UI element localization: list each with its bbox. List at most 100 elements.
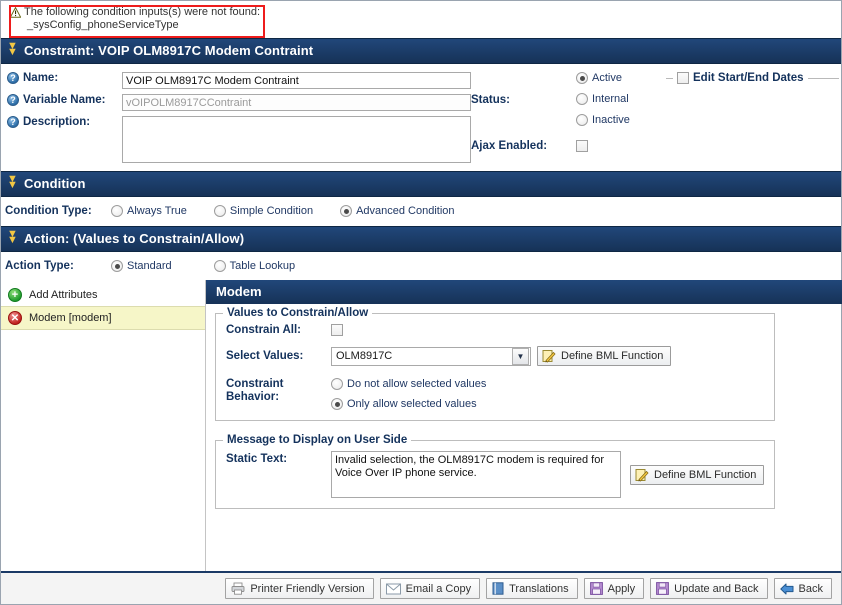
translations-button[interactable]: Translations (486, 578, 578, 599)
constraint-section-header[interactable]: ▼ ▼ Constraint: VOIP OLM8917C Modem Contr… (1, 38, 841, 64)
action-section-title: Action: (Values to Constrain/Allow) (24, 231, 245, 246)
radio-do-not-allow-icon[interactable] (331, 378, 343, 390)
action-option-standard-label: Standard (127, 260, 172, 272)
status-label: Status: (471, 93, 510, 106)
condition-option-always-true[interactable]: Always True (111, 205, 187, 217)
chevron-double-down-icon[interactable]: ▼ ▼ (7, 228, 18, 245)
radio-active-icon[interactable] (576, 72, 588, 84)
behavior-option-disallow[interactable]: Do not allow selected values (331, 378, 486, 390)
panel-title: Modem (206, 280, 842, 304)
pencil-note-icon (635, 468, 649, 482)
error-message-text: The following condition inputs(s) were n… (24, 6, 261, 18)
chevron-double-down-icon[interactable]: ▼ ▼ (7, 40, 18, 57)
back-button[interactable]: Back (773, 578, 832, 599)
add-attributes-label: Add Attributes (29, 289, 98, 301)
warning-triangle-icon (10, 7, 21, 18)
name-label: Name: (23, 72, 59, 84)
help-icon[interactable]: ? (7, 94, 19, 106)
edit-dates-checkbox[interactable] (677, 72, 689, 84)
radio-table-lookup-icon[interactable] (213, 260, 226, 272)
message-group: Message to Display on User Side Static T… (215, 434, 776, 509)
radio-advanced-condition-icon[interactable] (340, 205, 353, 217)
sidebar-item-modem[interactable]: ✕ Modem [modem] (1, 306, 205, 330)
edit-dates-label: Edit Start/End Dates (693, 72, 804, 84)
select-values-label: Select Values: (226, 350, 304, 362)
action-type-row: Action Type: Standard Table Lookup (1, 252, 841, 280)
error-detail-text: _sysConfig_phoneServiceType (27, 19, 179, 31)
condition-option-advanced-label: Advanced Condition (356, 205, 455, 217)
printer-icon (231, 582, 245, 595)
action-section-header[interactable]: ▼ ▼ Action: (Values to Constrain/Allow) (1, 226, 841, 252)
constrain-all-checkbox[interactable] (331, 324, 343, 336)
translations-label: Translations (509, 582, 569, 595)
plus-circle-icon[interactable]: + (8, 288, 22, 302)
select-values-dropdown[interactable]: OLM8917C ▼ (331, 346, 531, 366)
update-and-back-button[interactable]: Update and Back (650, 578, 768, 599)
status-option-inactive[interactable]: Inactive (576, 114, 630, 126)
footer-toolbar: Printer Friendly Version Email a Copy Tr… (1, 571, 841, 604)
constrain-all-row: Constrain All: (226, 324, 764, 336)
radio-simple-condition-icon[interactable] (213, 205, 226, 217)
error-message-line: The following condition inputs(s) were n… (10, 6, 833, 19)
behavior-option-disallow-label: Do not allow selected values (347, 378, 487, 390)
condition-option-advanced[interactable]: Advanced Condition (340, 205, 455, 217)
variable-name-field-row: ? Variable Name: (1, 94, 471, 116)
action-body: + Add Attributes ✕ Modem [modem] Modem V… (1, 280, 842, 571)
radio-only-allow-icon[interactable] (331, 398, 343, 410)
ajax-enabled-row: Ajax Enabled: (471, 140, 841, 152)
description-field-row: ? Description: (1, 116, 471, 163)
help-icon[interactable]: ? (7, 116, 19, 128)
attributes-sidebar: + Add Attributes ✕ Modem [modem] (1, 280, 206, 571)
description-label: Description: (23, 116, 91, 128)
save-icon (589, 582, 603, 595)
radio-always-true-icon[interactable] (111, 205, 123, 217)
variable-name-input[interactable] (122, 94, 471, 111)
radio-inactive-icon[interactable] (576, 114, 588, 126)
radio-internal-icon[interactable] (576, 93, 588, 105)
behavior-option-allow[interactable]: Only allow selected values (331, 398, 486, 410)
envelope-icon (385, 583, 401, 595)
ajax-enabled-label: Ajax Enabled: (471, 140, 548, 152)
select-values-row: Select Values: OLM8917C ▼ Define BML Fun… (226, 346, 764, 366)
update-and-back-label: Update and Back (674, 582, 759, 595)
pencil-note-icon (542, 349, 556, 363)
back-label: Back (798, 582, 823, 595)
static-text-textarea[interactable] (331, 451, 621, 498)
email-a-copy-button[interactable]: Email a Copy (379, 578, 481, 599)
help-icon[interactable]: ? (7, 72, 19, 84)
sidebar-item-modem-label: Modem [modem] (29, 312, 112, 324)
delete-circle-icon[interactable]: ✕ (8, 311, 22, 325)
select-values-value: OLM8917C (336, 350, 393, 362)
values-group: Values to Constrain/Allow Constrain All:… (215, 307, 776, 421)
name-field-row: ? Name: (1, 72, 471, 94)
name-input[interactable] (122, 72, 471, 89)
book-icon (492, 582, 504, 595)
save-icon (656, 582, 670, 595)
add-attributes-button[interactable]: + Add Attributes (1, 284, 205, 306)
define-bml-function-message-button[interactable]: Define BML Function (630, 465, 765, 485)
condition-option-always-true-label: Always True (127, 205, 187, 217)
action-option-standard[interactable]: Standard (111, 260, 172, 272)
attribute-panel: Modem Values to Constrain/Allow Constrai… (206, 280, 842, 571)
radio-standard-icon[interactable] (111, 260, 123, 272)
status-option-internal[interactable]: Internal (576, 93, 630, 105)
email-a-copy-label: Email a Copy (405, 582, 472, 595)
chevron-down-icon[interactable]: ▼ (512, 347, 529, 365)
action-option-table-lookup[interactable]: Table Lookup (213, 260, 295, 272)
condition-section-header[interactable]: ▼ ▼ Condition (1, 171, 841, 197)
description-textarea[interactable] (122, 116, 471, 163)
chevron-double-down-icon[interactable]: ▼ ▼ (7, 173, 18, 190)
define-bml-function-values-button[interactable]: Define BML Function (537, 346, 672, 366)
ajax-enabled-checkbox[interactable] (576, 140, 588, 152)
apply-button[interactable]: Apply (583, 578, 645, 599)
behavior-option-allow-label: Only allow selected values (347, 398, 477, 410)
status-option-active[interactable]: Active (576, 72, 630, 84)
printer-friendly-version-button[interactable]: Printer Friendly Version (225, 578, 374, 599)
constraint-editor-page: The following condition inputs(s) were n… (0, 0, 842, 605)
condition-option-simple[interactable]: Simple Condition (213, 205, 313, 217)
static-text-label: Static Text: (226, 453, 288, 465)
condition-type-row: Condition Type: Always True Simple Condi… (1, 197, 841, 226)
action-type-label: Action Type: (5, 260, 74, 272)
constraint-behavior-label-line1: Constraint (226, 378, 284, 390)
condition-section-title: Condition (24, 176, 86, 191)
